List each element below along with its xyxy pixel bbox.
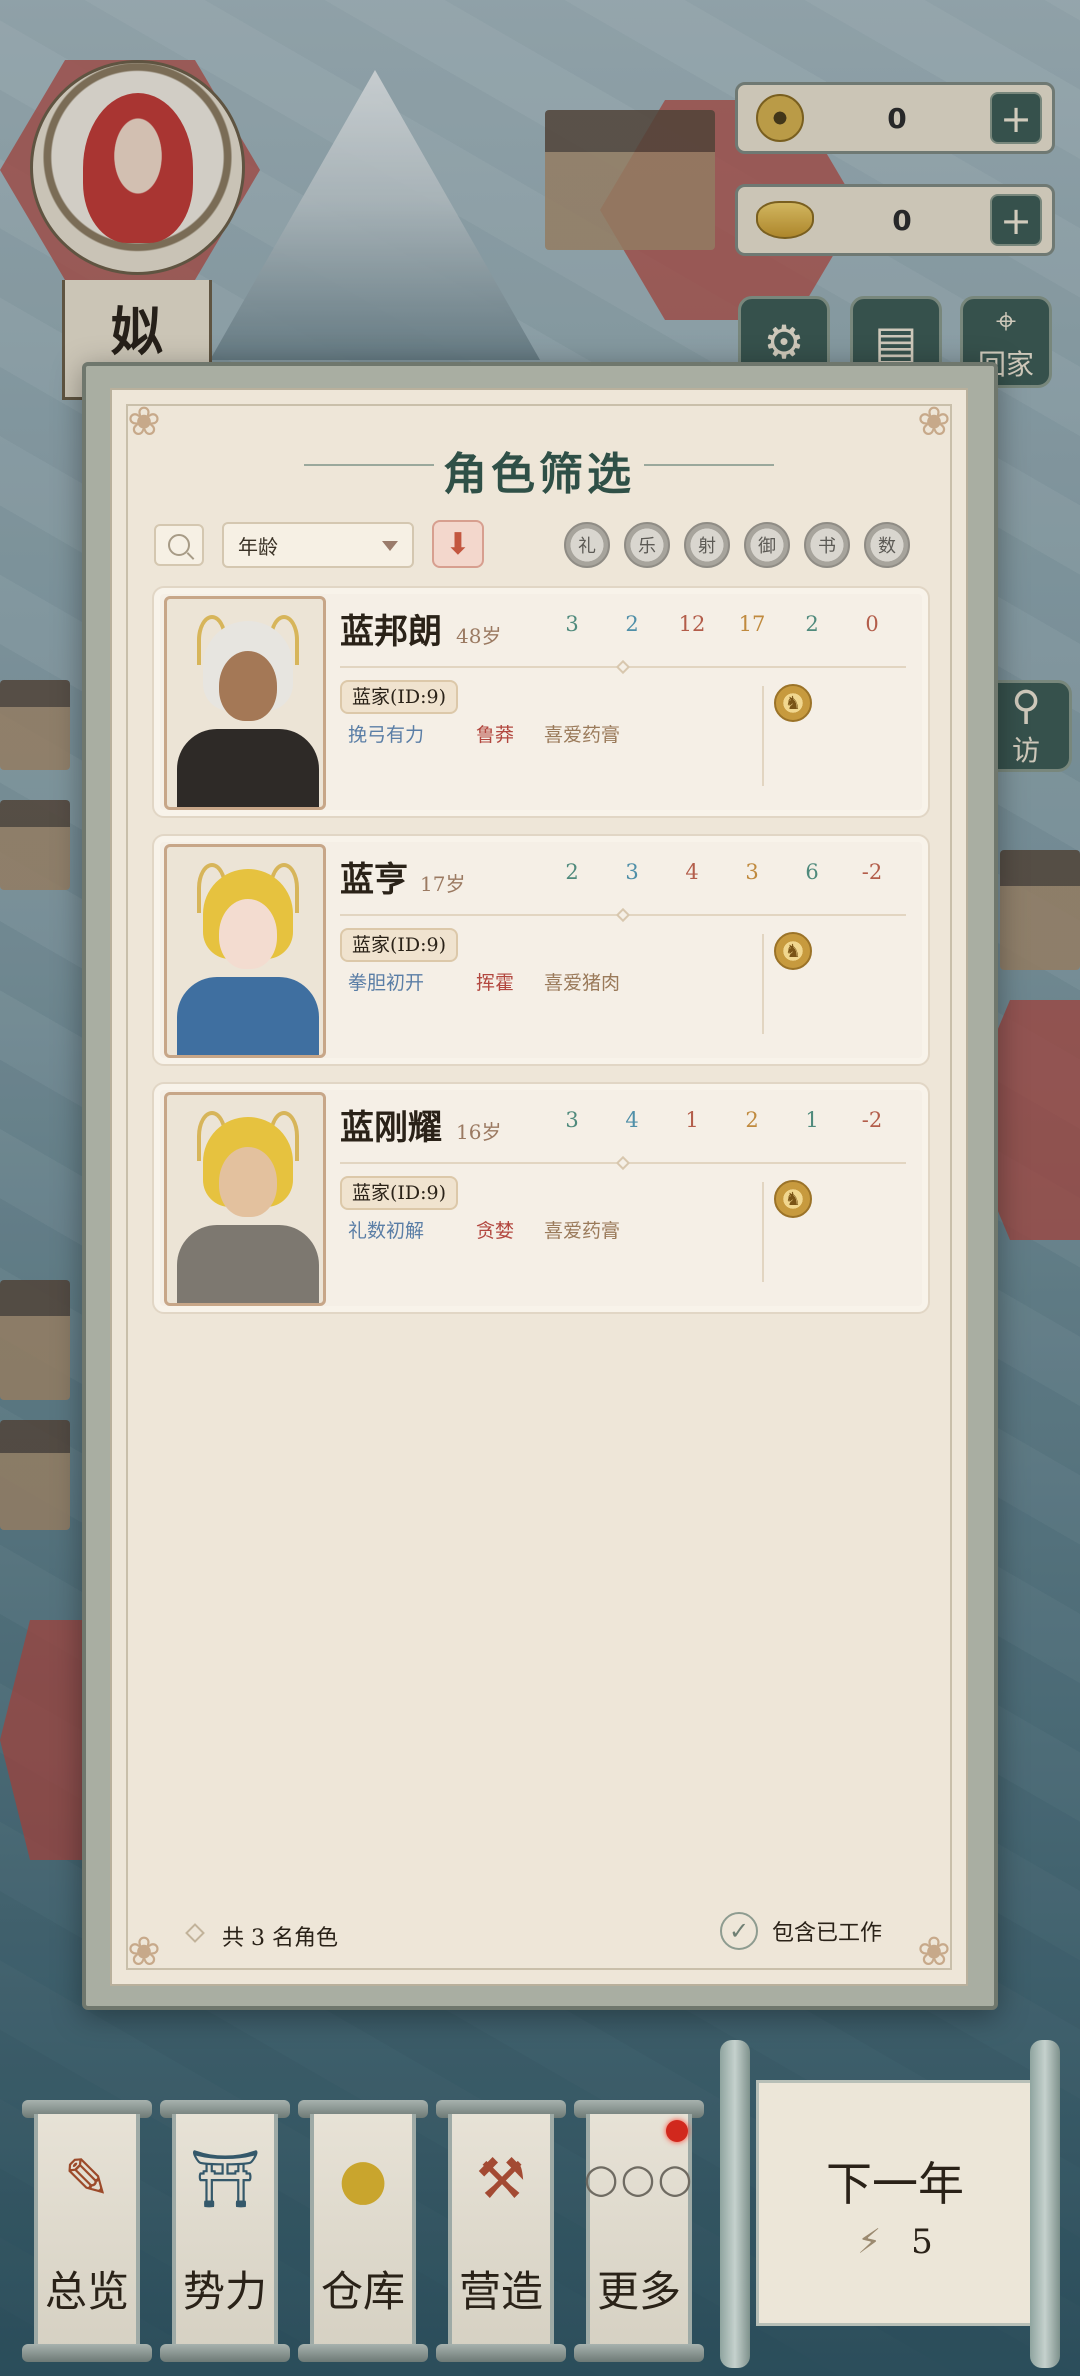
stat-shu: 6 (805, 860, 819, 884)
chevron-down-icon (382, 541, 398, 551)
sort-direction-button[interactable]: ⬇ (432, 520, 484, 568)
trait-tag: 礼数初解 (348, 1220, 425, 1242)
character-filter-panel: ❀ ❀ ❀ ❀ 角色筛选 年龄 ⬇ 礼 乐 射 御 书 数 蓝邦朗 48岁 3 2 12… (110, 388, 968, 1986)
trait-tag: 喜爱药膏 (544, 724, 621, 746)
stat-shu-math: -2 (861, 1108, 883, 1132)
zodiac-horse-icon: ♞ (774, 932, 812, 970)
include-worked-toggle[interactable]: ✓ 包含已工作 (720, 1912, 882, 1950)
trait-tag: 挥霍 (476, 972, 515, 994)
stat-shu: 2 (805, 612, 819, 636)
menu-forces[interactable]: ⛩ 势力 (160, 2100, 290, 2362)
energy-cost: ⚡ 5 (720, 2222, 1070, 2262)
character-row[interactable]: 蓝刚耀 16岁 3 4 1 2 1 -2 蓝家(ID:9) 礼数初解 贪婪 喜爱药膏 ♞ (152, 1082, 930, 1314)
attr-filter-yu[interactable]: 御 (744, 522, 790, 568)
more-icon: ○○○ (583, 2156, 695, 2202)
next-year-button[interactable]: 下一年 ⚡ 5 (720, 2040, 1070, 2368)
lightning-icon: ⚡ (857, 2222, 882, 2262)
character-name: 蓝亨 (340, 860, 408, 900)
stat-li: 2 (565, 860, 579, 884)
sort-field-dropdown[interactable]: 年龄 (222, 522, 414, 568)
menu-construction-label: 营造 (458, 2267, 543, 2316)
stat-yu: 2 (745, 1108, 759, 1132)
character-name: 蓝刚耀 (340, 1108, 442, 1148)
character-age: 16岁 (456, 1120, 502, 1144)
character-portrait (164, 596, 326, 810)
search-button[interactable] (154, 524, 204, 566)
trait-tag: 贪婪 (476, 1220, 515, 1242)
stat-yu: 17 (738, 612, 766, 636)
stat-shu-math: 0 (865, 612, 879, 636)
character-portrait (164, 844, 326, 1058)
clan-badge: 蓝家(ID:9) (340, 1176, 459, 1210)
menu-overview[interactable]: ✎ 总览 (22, 2100, 152, 2362)
lotus-ornament-icon: ❀ (917, 1929, 951, 1975)
character-row[interactable]: 蓝亨 17岁 2 3 4 3 6 -2 蓝家(ID:9) 拳胆初开 挥霍 喜爱猪肉 ♞ (152, 834, 930, 1066)
trowel-bricks-icon: ⚒ (475, 2146, 527, 2212)
menu-construction[interactable]: ⚒ 营造 (436, 2100, 566, 2362)
money-bag-icon: ● (338, 2146, 388, 2212)
search-icon (168, 534, 190, 556)
attr-filter-she[interactable]: 射 (684, 522, 730, 568)
menu-forces-label: 势力 (182, 2267, 267, 2316)
sort-field-value: 年龄 (238, 534, 278, 559)
stat-yue: 2 (625, 612, 639, 636)
stat-yue: 3 (625, 860, 639, 884)
trait-tag: 喜爱药膏 (544, 1220, 621, 1242)
clan-badge: 蓝家(ID:9) (340, 928, 459, 962)
trait-tag: 喜爱猪肉 (544, 972, 621, 994)
notification-badge (666, 2120, 688, 2142)
stat-yu: 3 (745, 860, 759, 884)
temple-icon: ⛩ (189, 2147, 261, 2212)
character-age: 17岁 (420, 872, 466, 896)
checkmark-icon: ✓ (720, 1912, 758, 1950)
zodiac-horse-icon: ♞ (774, 684, 812, 722)
attr-filter-shu[interactable]: 书 (804, 522, 850, 568)
attr-filter-shu-math[interactable]: 数 (864, 522, 910, 568)
stat-she: 1 (685, 1108, 699, 1132)
menu-overview-label: 总览 (44, 2267, 129, 2316)
trait-tag: 拳胆初开 (348, 972, 425, 994)
stat-shu-math: -2 (861, 860, 883, 884)
menu-warehouse-label: 仓库 (320, 2267, 405, 2316)
character-age: 48岁 (456, 624, 502, 648)
lotus-ornament-icon: ❀ (127, 1929, 161, 1975)
stat-li: 3 (565, 1108, 579, 1132)
character-count: 共 3 名角色 (222, 1926, 338, 1951)
character-portrait (164, 1092, 326, 1306)
trait-tag: 挽弓有力 (348, 724, 425, 746)
attr-filter-yue[interactable]: 乐 (624, 522, 670, 568)
diamond-ornament (185, 1923, 205, 1943)
trait-tag: 鲁莽 (476, 724, 515, 746)
character-row[interactable]: 蓝邦朗 48岁 3 2 12 17 2 0 蓝家(ID:9) 挽弓有力 鲁莽 喜爱药膏 ♞ (152, 586, 930, 818)
stat-she: 12 (678, 612, 706, 636)
panel-title: 角色筛选 (443, 449, 635, 500)
arrow-down-icon: ⬇ (445, 526, 471, 562)
stat-shu: 1 (805, 1108, 819, 1132)
menu-more-label: 更多 (596, 2267, 681, 2316)
clan-badge: 蓝家(ID:9) (340, 680, 459, 714)
stat-yue: 4 (625, 1108, 639, 1132)
stat-li: 3 (565, 612, 579, 636)
next-year-label: 下一年 (826, 2157, 964, 2211)
brush-icon: ✎ (63, 2146, 111, 2212)
include-worked-label: 包含已工作 (772, 1921, 883, 1946)
zodiac-horse-icon: ♞ (774, 1180, 812, 1218)
energy-value: 5 (911, 2222, 933, 2262)
attr-filter-li[interactable]: 礼 (564, 522, 610, 568)
character-name: 蓝邦朗 (340, 612, 442, 652)
menu-warehouse[interactable]: ● 仓库 (298, 2100, 428, 2362)
stat-she: 4 (685, 860, 699, 884)
